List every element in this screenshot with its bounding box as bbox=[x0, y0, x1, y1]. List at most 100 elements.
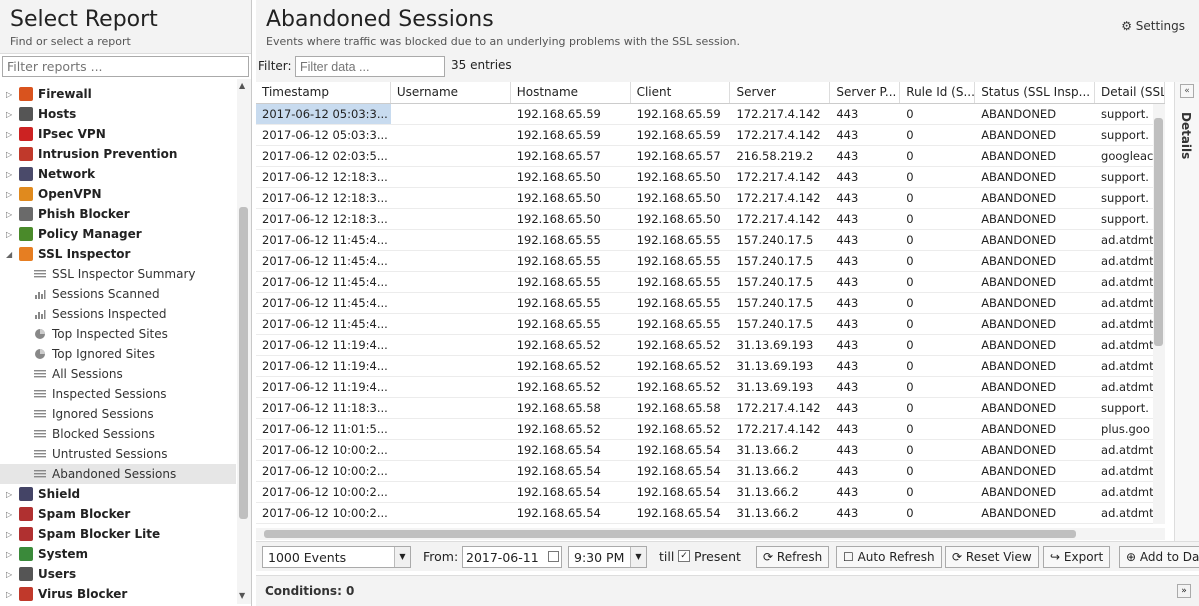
table-row[interactable]: 2017-06-12 11:19:4... 192.168.65.52 192.16… bbox=[256, 335, 1165, 356]
sidebar-scrollbar[interactable]: ▲ ▼ bbox=[237, 79, 251, 604]
present-checkbox[interactable]: ✓ bbox=[678, 550, 690, 562]
sidebar-item-blocked-sessions[interactable]: Blocked Sessions bbox=[0, 424, 236, 444]
table-row[interactable]: 2017-06-12 10:00:2... 192.168.65.54 192.16… bbox=[256, 503, 1165, 524]
expand-arrow-icon[interactable]: ▷ bbox=[6, 210, 16, 219]
table-cell bbox=[391, 440, 511, 460]
table-row[interactable]: 2017-06-12 11:18:3... 192.168.65.58 192.16… bbox=[256, 398, 1165, 419]
expand-arrow-icon[interactable]: ▷ bbox=[6, 190, 16, 199]
table-row[interactable]: 2017-06-12 10:00:2... 192.168.65.54 192.16… bbox=[256, 482, 1165, 503]
scroll-down-icon[interactable]: ▼ bbox=[239, 591, 245, 600]
export-button[interactable]: ↪ Export bbox=[1043, 546, 1111, 568]
sidebar-category-system[interactable]: ▷ System bbox=[0, 544, 236, 564]
refresh-button[interactable]: ⟳ Refresh bbox=[756, 546, 830, 568]
sidebar-category-intrusion-prevention[interactable]: ▷ Intrusion Prevention bbox=[0, 144, 236, 164]
sidebar-category-spam-blocker-lite[interactable]: ▷ Spam Blocker Lite bbox=[0, 524, 236, 544]
sidebar-category-users[interactable]: ▷ Users bbox=[0, 564, 236, 584]
sidebar-category-hosts[interactable]: ▷ Hosts bbox=[0, 104, 236, 124]
table-cell: ABANDONED bbox=[981, 359, 1057, 373]
expand-arrow-icon[interactable]: ▷ bbox=[6, 510, 16, 519]
sidebar-category-firewall[interactable]: ▷ Firewall bbox=[0, 84, 236, 104]
table-row[interactable]: 2017-06-12 12:18:3... 192.168.65.50 192.16… bbox=[256, 167, 1165, 188]
table-row[interactable]: 2017-06-12 11:01:5... 192.168.65.52 192.16… bbox=[256, 419, 1165, 440]
scroll-up-icon[interactable]: ▲ bbox=[239, 81, 245, 90]
expand-arrow-icon[interactable]: ▷ bbox=[6, 530, 16, 539]
events-limit-select[interactable]: 1000 Events ▼ bbox=[262, 546, 411, 568]
filter-data-input[interactable] bbox=[295, 56, 445, 77]
expand-arrow-icon[interactable]: ▷ bbox=[6, 130, 16, 139]
sidebar-category-label: Spam Blocker bbox=[38, 507, 131, 521]
column-header[interactable]: Rule Id (S... bbox=[900, 82, 976, 103]
sidebar-category-virus-blocker[interactable]: ▷ Virus Blocker bbox=[0, 584, 236, 604]
table-row[interactable]: 2017-06-12 12:18:3... 192.168.65.50 192.16… bbox=[256, 188, 1165, 209]
table-row[interactable]: 2017-06-12 11:45:4... 192.168.65.55 192.16… bbox=[256, 251, 1165, 272]
table-row[interactable]: 2017-06-12 11:45:4... 192.168.65.55 192.16… bbox=[256, 230, 1165, 251]
expand-arrow-icon[interactable]: ▷ bbox=[6, 570, 16, 579]
table-row[interactable]: 2017-06-12 05:03:3... 192.168.65.59 192.16… bbox=[256, 104, 1165, 125]
sidebar-item-top-ignored-sites[interactable]: Top Ignored Sites bbox=[0, 344, 236, 364]
from-time-select[interactable]: 9:30 PM ▼ bbox=[568, 546, 647, 568]
column-header[interactable]: Hostname bbox=[511, 82, 631, 103]
sidebar-item-sessions-inspected[interactable]: Sessions Inspected bbox=[0, 304, 236, 324]
sidebar-item-all-sessions[interactable]: All Sessions bbox=[0, 364, 236, 384]
sidebar-category-ssl-inspector[interactable]: ◢ SSL Inspector bbox=[0, 244, 236, 264]
sidebar-category-spam-blocker[interactable]: ▷ Spam Blocker bbox=[0, 504, 236, 524]
column-header[interactable]: Timestamp bbox=[256, 82, 391, 103]
table-row[interactable]: 2017-06-12 11:19:4... 192.168.65.52 192.16… bbox=[256, 356, 1165, 377]
expand-details-icon[interactable]: « bbox=[1180, 84, 1194, 98]
sidebar-category-network[interactable]: ▷ Network bbox=[0, 164, 236, 184]
sidebar-item-top-inspected-sites[interactable]: Top Inspected Sites bbox=[0, 324, 236, 344]
table-row[interactable]: 2017-06-12 10:00:2... 192.168.65.54 192.16… bbox=[256, 461, 1165, 482]
grid-vscroll-thumb[interactable] bbox=[1154, 118, 1163, 346]
sidebar-category-shield[interactable]: ▷ Shield bbox=[0, 484, 236, 504]
sidebar-category-phish-blocker[interactable]: ▷ Phish Blocker bbox=[0, 204, 236, 224]
sidebar-item-sessions-scanned[interactable]: Sessions Scanned bbox=[0, 284, 236, 304]
expand-arrow-icon[interactable]: ▷ bbox=[6, 170, 16, 179]
calendar-icon[interactable] bbox=[548, 551, 559, 562]
column-header[interactable]: Detail (SSL bbox=[1095, 82, 1165, 103]
table-row[interactable]: 2017-06-12 11:45:4... 192.168.65.55 192.16… bbox=[256, 272, 1165, 293]
expand-arrow-icon[interactable]: ▷ bbox=[6, 550, 16, 559]
sidebar-category-policy-manager[interactable]: ▷ Policy Manager bbox=[0, 224, 236, 244]
sidebar-item-untrusted-sessions[interactable]: Untrusted Sessions bbox=[0, 444, 236, 464]
reset-view-button[interactable]: ⟳ Reset View bbox=[945, 546, 1039, 568]
sidebar-category-ipsec-vpn[interactable]: ▷ IPsec VPN bbox=[0, 124, 236, 144]
sidebar-item-inspected-sessions[interactable]: Inspected Sessions bbox=[0, 384, 236, 404]
grid-vertical-scrollbar[interactable] bbox=[1153, 104, 1165, 524]
sidebar-item-abandoned-sessions[interactable]: Abandoned Sessions bbox=[0, 464, 236, 484]
sidebar-category-openvpn[interactable]: ▷ OpenVPN bbox=[0, 184, 236, 204]
expand-arrow-icon[interactable]: ▷ bbox=[6, 110, 16, 119]
sidebar-item-ignored-sessions[interactable]: Ignored Sessions bbox=[0, 404, 236, 424]
collapse-arrow-icon[interactable]: ◢ bbox=[6, 250, 16, 259]
expand-arrow-icon[interactable]: ▷ bbox=[6, 490, 16, 499]
chevron-down-icon[interactable]: ▼ bbox=[630, 547, 646, 567]
conditions-bar[interactable]: Conditions: 0 » bbox=[256, 575, 1199, 606]
expand-arrow-icon[interactable]: ▷ bbox=[6, 230, 16, 239]
column-header[interactable]: Status (SSL Insp... bbox=[975, 82, 1096, 103]
table-row[interactable]: 2017-06-12 10:00:2... 192.168.65.54 192.16… bbox=[256, 440, 1165, 461]
column-header[interactable]: Server bbox=[730, 82, 831, 103]
table-row[interactable]: 2017-06-12 02:03:5... 192.168.65.57 192.16… bbox=[256, 146, 1165, 167]
table-row[interactable]: 2017-06-12 12:18:3... 192.168.65.50 192.16… bbox=[256, 209, 1165, 230]
grid-horizontal-scrollbar[interactable] bbox=[256, 528, 1165, 540]
expand-arrow-icon[interactable]: ▷ bbox=[6, 590, 16, 599]
grid-hscroll-thumb[interactable] bbox=[264, 530, 1076, 538]
table-row[interactable]: 2017-06-12 11:19:4... 192.168.65.52 192.16… bbox=[256, 377, 1165, 398]
auto-refresh-button[interactable]: ☐ Auto Refresh bbox=[836, 546, 942, 568]
expand-arrow-icon[interactable]: ▷ bbox=[6, 150, 16, 159]
table-row[interactable]: 2017-06-12 11:45:4... 192.168.65.55 192.16… bbox=[256, 314, 1165, 335]
sidebar-scroll-thumb[interactable] bbox=[239, 207, 248, 519]
table-row[interactable]: 2017-06-12 05:03:3... 192.168.65.59 192.16… bbox=[256, 125, 1165, 146]
table-row[interactable]: 2017-06-12 11:45:4... 192.168.65.55 192.16… bbox=[256, 293, 1165, 314]
chevron-down-icon[interactable]: ▼ bbox=[394, 547, 410, 567]
column-header[interactable]: Client bbox=[631, 82, 731, 103]
column-header[interactable]: Server P... bbox=[830, 82, 901, 103]
expand-conditions-icon[interactable]: » bbox=[1177, 584, 1191, 598]
settings-button[interactable]: ⚙ Settings bbox=[1121, 19, 1185, 33]
filter-reports-input[interactable] bbox=[2, 56, 249, 77]
add-to-dashboard-button[interactable]: ⊕ Add to Da bbox=[1119, 546, 1199, 568]
details-panel[interactable]: « Details bbox=[1174, 82, 1199, 542]
sidebar-item-ssl-inspector-summary[interactable]: SSL Inspector Summary bbox=[0, 264, 236, 284]
expand-arrow-icon[interactable]: ▷ bbox=[6, 90, 16, 99]
from-date-field[interactable]: 2017-06-11 bbox=[462, 546, 562, 568]
column-header[interactable]: Username bbox=[391, 82, 511, 103]
